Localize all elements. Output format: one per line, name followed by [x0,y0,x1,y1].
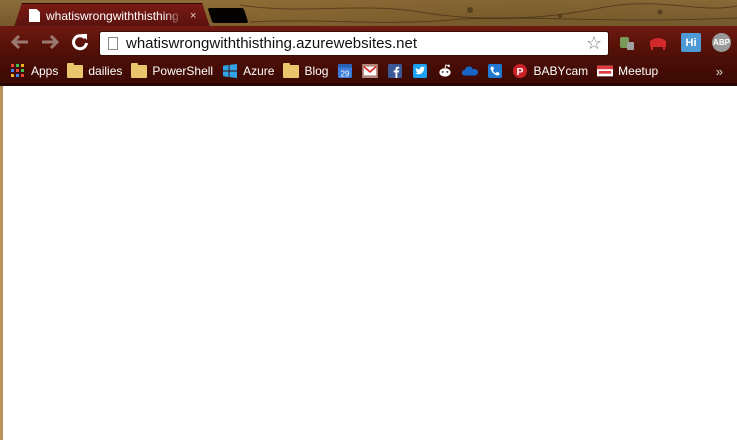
bookmark-label: BABYcam [533,64,589,78]
bookmark-folder-dailies[interactable]: dailies [67,62,123,78]
forward-button[interactable] [39,31,61,53]
tab-active[interactable]: whatiswrongwiththisthing × [14,3,210,27]
tab-strip: whatiswrongwiththisthing × [0,0,737,27]
bookmark-reddit[interactable] [437,64,453,78]
folder-icon [67,62,84,78]
calendar-icon: 29 [338,64,353,78]
evernote-glyph [620,36,634,50]
calendar-date: 29 [341,69,350,78]
tab-title: whatiswrongwiththisthing [46,8,179,23]
forward-arrow-icon [42,35,59,49]
bookmark-label: Azure [243,64,275,78]
bookmark-label: Apps [31,64,59,78]
page-favicon-icon [29,9,40,22]
address-bar[interactable]: whatiswrongwiththisthing.azurewebsites.n… [99,31,609,56]
bookmark-folder-powershell[interactable]: PowerShell [131,62,214,78]
window-left-edge [0,86,3,440]
facebook-icon [388,64,403,78]
reload-icon [72,34,88,51]
reddit-icon [439,64,452,77]
bookmark-star-icon[interactable]: ☆ [583,33,605,54]
adblock-plus-icon[interactable]: ABP [712,33,731,52]
close-tab-icon[interactable]: × [190,10,196,22]
folder-icon [131,62,148,78]
bookmark-label: Meetup [618,64,659,78]
twitter-icon [413,64,428,78]
apps-grid-icon [11,64,24,77]
new-tab-button[interactable] [207,8,249,23]
meetup-icon [597,65,614,77]
reload-button[interactable] [69,31,91,53]
page-icon [108,37,118,50]
folder-icon [283,62,300,78]
bookmark-facebook[interactable] [387,64,403,78]
hi-icon[interactable]: Hi [681,33,701,52]
evernote-icon[interactable] [617,33,637,52]
toolbar: whatiswrongwiththisthing.azurewebsites.n… [0,26,737,59]
bookmark-folder-blog[interactable]: Blog [283,62,329,78]
bookmark-label: PowerShell [152,64,214,78]
bookmark-onedrive[interactable] [462,64,479,78]
bookmark-apps[interactable]: Apps [10,64,58,78]
gmail-icon [362,64,379,78]
back-button[interactable] [9,31,31,53]
onedrive-icon [462,66,479,76]
bookmark-phone[interactable] [487,64,503,78]
bookmark-label: dailies [88,64,123,78]
windows-logo-icon [223,64,238,78]
bookmark-meetup[interactable]: Meetup [597,64,658,78]
pinterest-icon: P [513,64,528,78]
bookmark-gmail[interactable] [362,64,379,78]
bookmark-babycam[interactable]: P BABYcam [512,64,588,78]
bookmark-calendar[interactable]: 29 [337,64,353,78]
pocket-red-icon[interactable] [648,33,668,52]
bookmark-label: Blog [304,64,329,78]
bookmarks-overflow-chevron-icon[interactable]: » [716,64,723,79]
bookmarks-bar: Apps dailies PowerShell Azure Blog 29 P … [0,59,737,83]
url-text[interactable]: whatiswrongwiththisthing.azurewebsites.n… [126,35,583,52]
page-content [0,86,737,440]
bookmark-azure[interactable]: Azure [222,64,274,78]
bookmark-twitter[interactable] [412,64,428,78]
back-arrow-icon [11,35,28,49]
svg-text:P: P [517,66,524,78]
phone-icon [488,64,503,78]
red-couch-glyph [650,37,666,50]
